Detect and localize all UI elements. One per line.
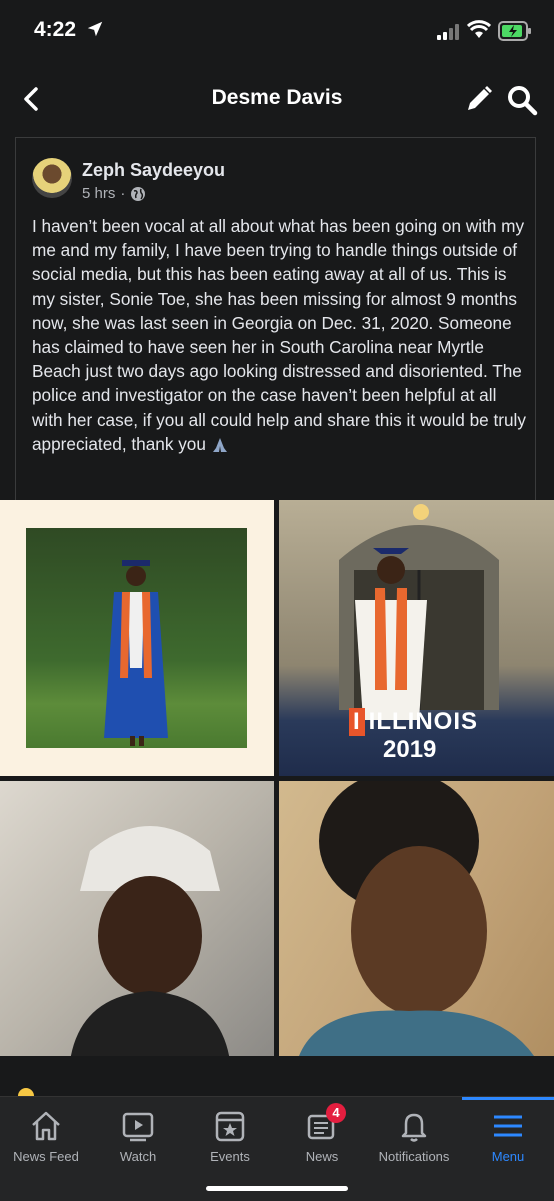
photo-frame [26, 528, 247, 748]
tab-news-feed[interactable]: News Feed [0, 1109, 92, 1164]
tab-label: Notifications [378, 1149, 450, 1164]
tab-label: News Feed [13, 1149, 79, 1164]
status-time: 4:22 [34, 18, 77, 41]
notification-badge: 4 [326, 1103, 346, 1123]
globe-icon [131, 186, 146, 201]
illinois-logo-text: I ILLINOIS [349, 708, 478, 736]
active-tab-indicator [462, 1097, 554, 1100]
photo-year-text: 2019 [383, 736, 437, 763]
tab-label: News [305, 1149, 339, 1164]
post-author-name[interactable]: Zeph Saydeeyou [82, 160, 225, 181]
watch-icon [122, 1112, 154, 1142]
tab-menu[interactable]: Menu [462, 1109, 554, 1164]
tab-notifications[interactable]: Notifications [368, 1109, 460, 1164]
author-avatar[interactable] [32, 158, 72, 198]
search-icon[interactable] [506, 84, 538, 116]
selfie-figure [70, 826, 230, 1056]
post-body: I haven’t been vocal at all about what h… [32, 214, 527, 456]
tab-label: Menu [491, 1149, 525, 1164]
menu-icon [494, 1115, 522, 1137]
photo-selfie-cap[interactable] [0, 781, 274, 1056]
tab-news[interactable]: 4 News [276, 1103, 368, 1164]
photo-graduate-gown[interactable] [0, 500, 274, 776]
tab-label: Events [210, 1149, 250, 1164]
location-icon [87, 21, 103, 37]
praying-hands-icon [212, 438, 227, 453]
events-icon [215, 1111, 245, 1142]
post-photo-grid: I ILLINOIS 2019 [0, 500, 554, 1056]
bottom-tab-bar: News Feed Watch Events 4 News Notificati… [0, 1096, 554, 1201]
battery-icon [498, 21, 531, 41]
tab-events[interactable]: Events [184, 1109, 276, 1164]
post-text: I haven’t been vocal at all about what h… [32, 216, 526, 454]
tab-label: Watch [119, 1149, 157, 1164]
portrait-figure [299, 781, 534, 1056]
edit-pencil-icon[interactable] [464, 84, 494, 114]
home-indicator [206, 1186, 348, 1191]
home-icon [32, 1111, 60, 1141]
post-card: Zeph Saydeeyou 5 hrs · I haven’t been vo… [15, 137, 536, 500]
status-bar: 4:22 [0, 0, 554, 66]
post-meta: 5 hrs · [82, 185, 146, 202]
signal-icon [437, 24, 459, 40]
wifi-icon [467, 20, 491, 38]
top-nav-bar: Desme Davis [0, 66, 554, 132]
tab-watch[interactable]: Watch [92, 1109, 184, 1164]
post-time[interactable]: 5 hrs [82, 185, 115, 202]
photo-braids-portrait[interactable] [279, 781, 554, 1056]
graduate-figure [104, 560, 168, 746]
graduate-figure-stole [355, 548, 427, 720]
bell-icon [401, 1113, 427, 1142]
meta-separator: · [120, 185, 126, 202]
reactions-strip [0, 1058, 554, 1104]
photo-graduate-illinois[interactable]: I ILLINOIS 2019 [279, 500, 554, 776]
